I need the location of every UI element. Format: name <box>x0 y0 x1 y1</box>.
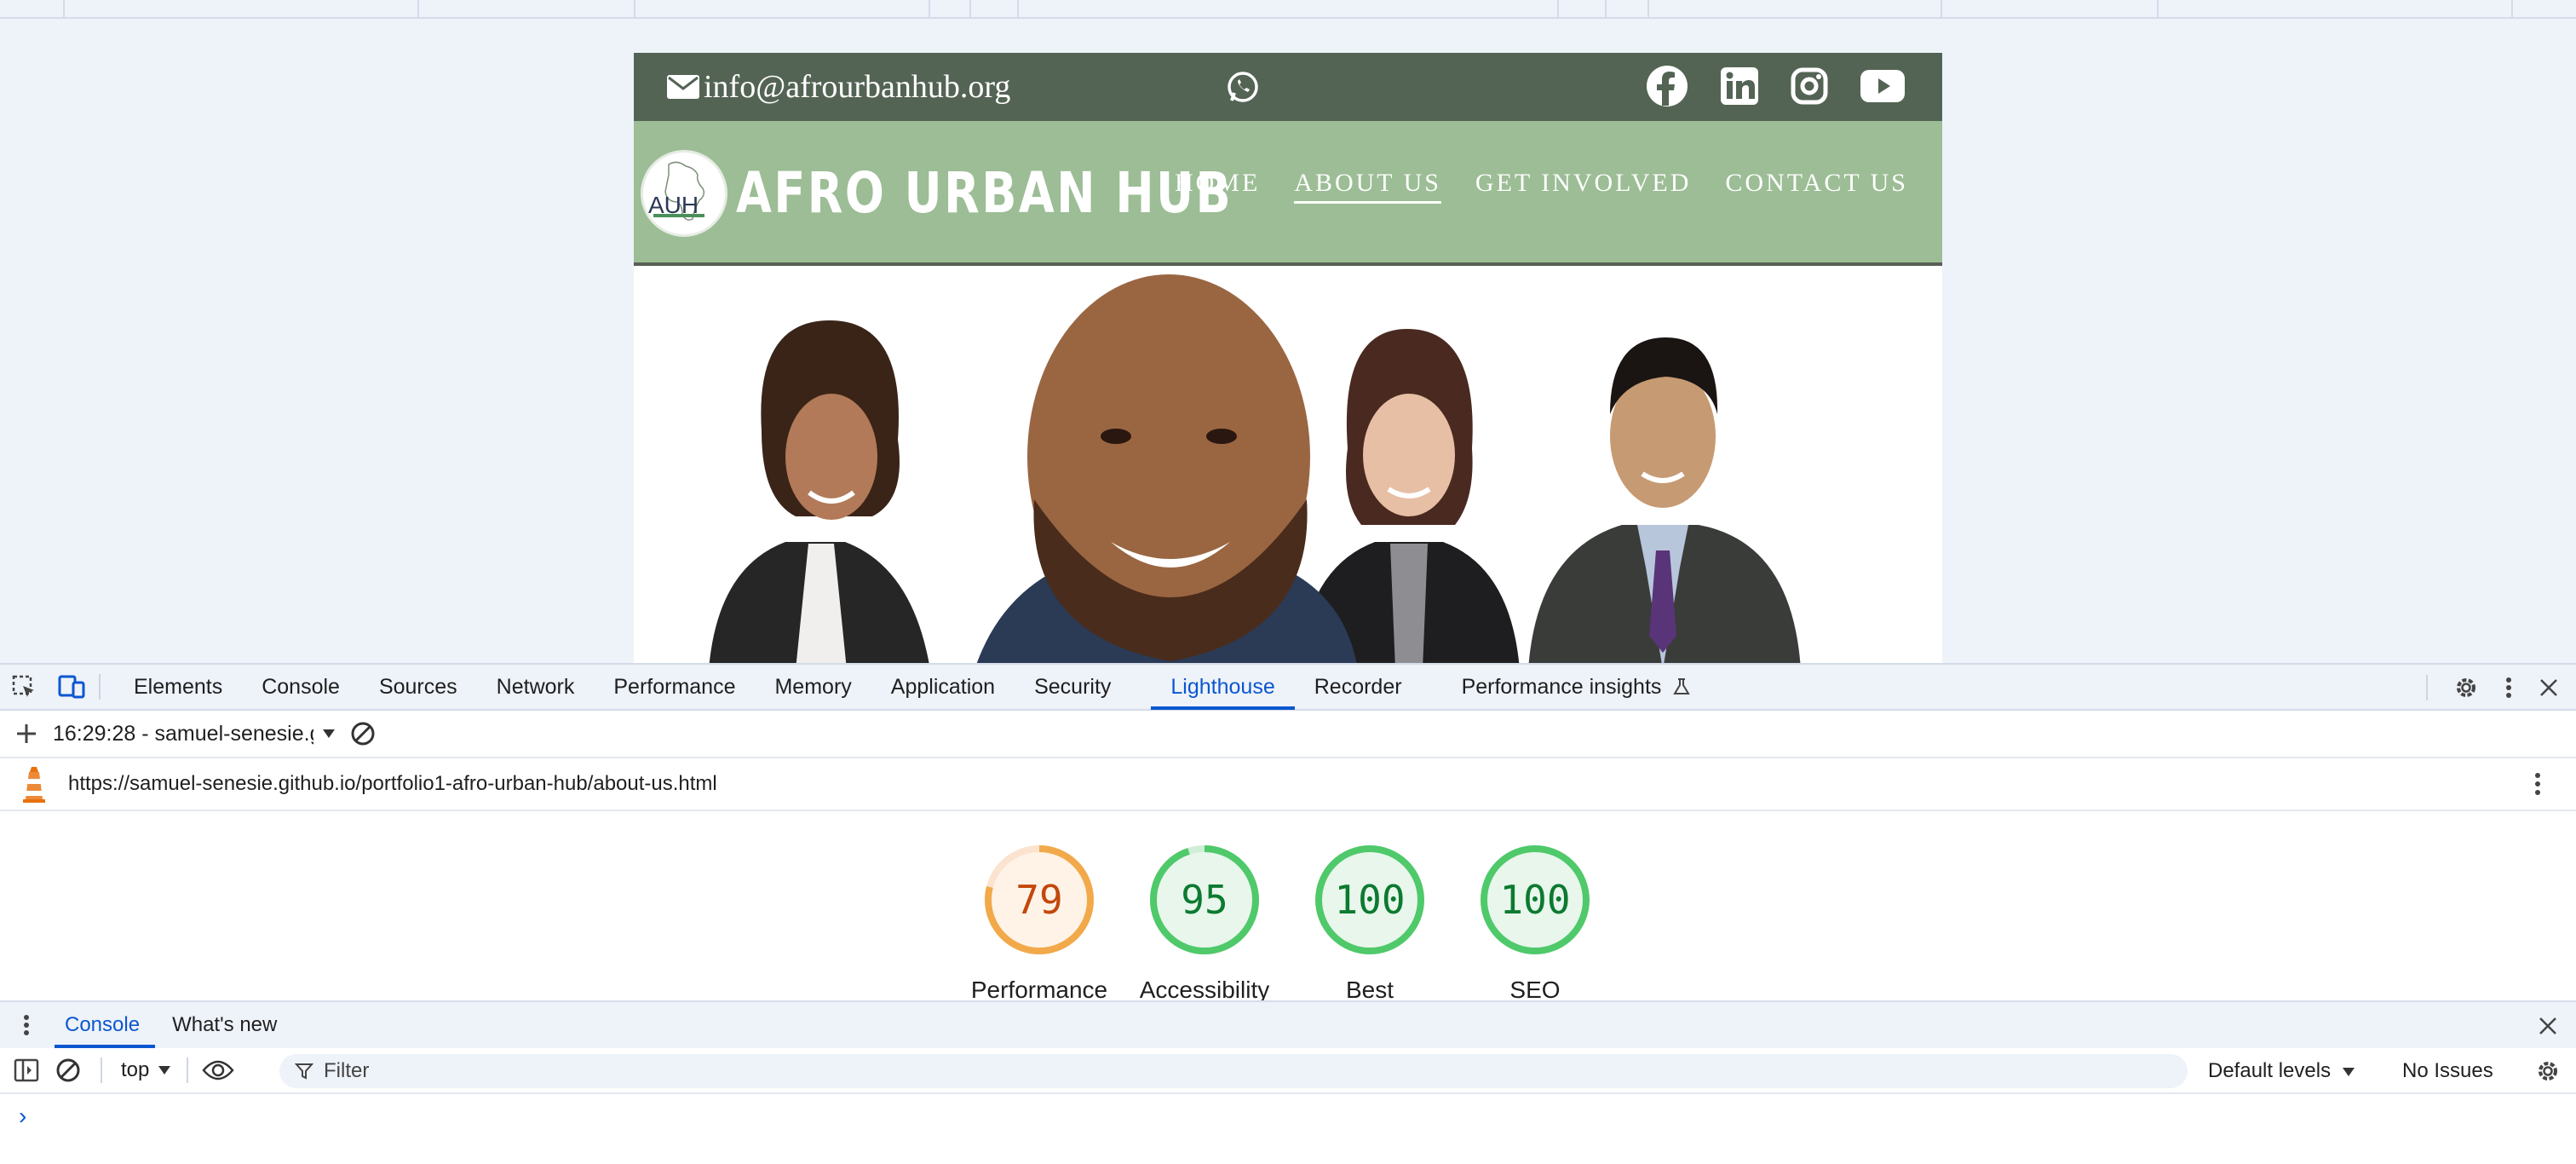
lighthouse-toolbar: 16:29:28 - samuel-senesie.g <box>0 711 2576 758</box>
score-performance: 79 <box>1015 877 1063 923</box>
whatsapp-icon[interactable] <box>1225 69 1261 105</box>
tab-performance-insights-label: Performance insights <box>1461 675 1662 699</box>
tab-recorder[interactable]: Recorder <box>1295 664 1422 710</box>
drawer-tab-console[interactable]: Console <box>55 1002 156 1048</box>
close-drawer-icon[interactable] <box>2539 1017 2557 1035</box>
logo-text: AUH <box>648 192 699 218</box>
context-selector[interactable]: top <box>121 1058 171 1082</box>
flask-icon <box>1673 678 1691 694</box>
devtools-tabs: Elements Console Sources Network Perform… <box>114 664 1711 710</box>
report-url[interactable]: https://samuel-senesie.github.io/portfol… <box>68 772 717 796</box>
chevron-down-icon <box>2342 1068 2355 1076</box>
gauge-performance[interactable]: 79 Performance <box>963 844 1116 1004</box>
score-best-practices: 100 <box>1334 877 1406 923</box>
issues-counter[interactable]: No Issues <box>2402 1048 2493 1094</box>
filter-funnel-icon <box>295 1063 313 1080</box>
devtools-panel: Elements Console Sources Network Perform… <box>0 663 2576 1164</box>
chevron-down-icon <box>158 1066 171 1075</box>
drawer-tabbar: Console What's new <box>0 1000 2576 1048</box>
site-nav: HOME ABOUT US GET INVOLVED CONTACT US <box>1175 169 1908 204</box>
close-devtools-icon[interactable] <box>2539 677 2559 698</box>
report-more-options-icon[interactable] <box>2533 770 2542 798</box>
console-settings-icon[interactable] <box>2535 1058 2561 1084</box>
tab-security[interactable]: Security <box>1015 664 1130 710</box>
gauge-accessibility[interactable]: 95 Accessibility <box>1128 844 1281 1004</box>
page-viewport: info@afrourbanhub.org AUH AFRO URBAN HUB… <box>0 19 2576 663</box>
clear-reports-icon[interactable] <box>349 720 377 747</box>
nav-contact-us[interactable]: CONTACT US <box>1725 169 1908 204</box>
viewport-ruler <box>0 0 2576 19</box>
tab-lighthouse[interactable]: Lighthouse <box>1151 664 1296 710</box>
clear-console-icon[interactable] <box>55 1057 82 1084</box>
console-filter-input[interactable]: Filter <box>279 1054 2188 1088</box>
drawer-menu-icon[interactable] <box>22 1012 31 1038</box>
score-seo: 100 <box>1499 877 1571 923</box>
context-value: top <box>121 1058 150 1081</box>
more-options-icon[interactable] <box>2504 675 2513 700</box>
nav-home[interactable]: HOME <box>1175 169 1260 204</box>
console-filterbar: top Filter Default levels No Issues <box>0 1048 2576 1094</box>
report-url-bar: https://samuel-senesie.github.io/portfol… <box>0 758 2576 811</box>
console-prompt[interactable]: › <box>19 1103 26 1130</box>
sidebar-toggle-icon[interactable] <box>14 1058 39 1082</box>
inspect-element-icon[interactable] <box>0 674 48 700</box>
youtube-icon[interactable] <box>1860 65 1905 107</box>
lighthouse-scores: 79 Performance 95 Accessibility 100 Best… <box>0 811 2576 1003</box>
nav-get-involved[interactable]: GET INVOLVED <box>1475 169 1692 204</box>
filter-placeholder: Filter <box>324 1059 370 1082</box>
tab-sources[interactable]: Sources <box>359 664 477 710</box>
tab-performance[interactable]: Performance <box>594 664 755 710</box>
email-text: info@afrourbanhub.org <box>704 69 1011 105</box>
gauge-best-practices[interactable]: 100 Best <box>1293 844 1446 1004</box>
site-navbar: AUH AFRO URBAN HUB HOME ABOUT US GET INV… <box>634 121 1942 266</box>
tab-memory[interactable]: Memory <box>755 664 871 710</box>
hero-team-image <box>634 269 1942 663</box>
new-report-button[interactable] <box>0 715 53 753</box>
report-select-value: 16:29:28 - samuel-senesie.g <box>53 721 313 746</box>
instagram-icon[interactable] <box>1791 65 1828 107</box>
score-accessibility: 95 <box>1181 877 1228 923</box>
drawer-tab-whats-new[interactable]: What's new <box>155 1002 294 1048</box>
console-drawer: Console What's new top Filter Default le… <box>0 1000 2576 1164</box>
nav-about-us[interactable]: ABOUT US <box>1294 169 1441 204</box>
website: info@afrourbanhub.org AUH AFRO URBAN HUB… <box>634 53 1942 663</box>
report-select[interactable]: 16:29:28 - samuel-senesie.g <box>53 722 342 746</box>
tab-performance-insights[interactable]: Performance insights <box>1442 664 1711 710</box>
linkedin-icon[interactable] <box>1721 65 1758 107</box>
site-logo[interactable]: AUH <box>641 150 727 237</box>
lighthouse-icon <box>0 765 68 803</box>
gauge-seo[interactable]: 100 SEO <box>1458 844 1612 1004</box>
device-toolbar-icon[interactable] <box>48 674 95 700</box>
tab-network[interactable]: Network <box>477 664 595 710</box>
tab-console[interactable]: Console <box>242 664 359 710</box>
log-levels-dropdown[interactable]: Default levels <box>2208 1048 2355 1094</box>
site-brand[interactable]: AFRO URBAN HUB <box>736 160 1233 226</box>
site-topbar: info@afrourbanhub.org <box>634 53 1942 121</box>
live-expression-eye-icon[interactable] <box>202 1059 235 1081</box>
chevron-down-icon <box>323 729 335 738</box>
settings-gear-icon[interactable] <box>2453 675 2479 700</box>
devtools-tabbar: Elements Console Sources Network Perform… <box>0 663 2576 711</box>
plus-icon <box>17 723 36 743</box>
tab-application[interactable]: Application <box>871 664 1015 710</box>
tab-elements[interactable]: Elements <box>114 664 242 710</box>
log-levels-value: Default levels <box>2208 1059 2332 1082</box>
envelope-icon <box>667 75 699 99</box>
facebook-icon[interactable] <box>1646 65 1688 107</box>
email-link[interactable]: info@afrourbanhub.org <box>666 68 1010 106</box>
